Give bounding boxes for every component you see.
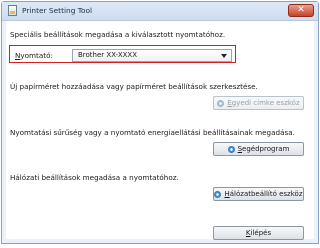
exit-text: ilépés — [250, 229, 272, 237]
device-section-text: Nyomtatási sűrűség vagy a nyomtató energ… — [10, 128, 295, 137]
exit-button[interactable]: Kilépés — [213, 226, 304, 240]
network-button-label: Hálózatbeállító eszköz — [224, 190, 302, 198]
label-tool-button[interactable]: Egyedi címke eszköz — [213, 96, 304, 110]
printer-dropdown-value: Brother XX-XXXX — [78, 51, 138, 59]
paper-size-section-text: Új papírméret hozzáadása vagy papírméret… — [10, 82, 258, 91]
exit-button-label: Kilépés — [246, 229, 271, 237]
dialog-content: Speciális beállítások megadása a kiválas… — [6, 21, 314, 240]
utility-button-label: Segédprogram — [238, 145, 290, 153]
label-tool-button-label: Egyedi címke eszköz — [227, 99, 299, 107]
network-section-text: Hálózati beállítások megadása a nyomtató… — [10, 173, 179, 182]
label-tool-text: gyedi címke eszköz — [231, 99, 300, 107]
window-title: Printer Setting Tool — [22, 6, 93, 15]
printer-label: Nyomtató: — [15, 51, 53, 60]
title-bar[interactable]: Printer Setting Tool ✕ — [2, 2, 318, 21]
settings-gear-icon — [214, 190, 222, 198]
settings-gear-icon — [217, 99, 225, 107]
printer-app-icon — [8, 5, 17, 16]
close-button[interactable]: ✕ — [288, 4, 314, 17]
intro-text: Speciális beállítások megadása a kiválas… — [10, 30, 226, 39]
utility-text: egédprogram — [242, 145, 290, 153]
settings-gear-icon — [227, 145, 235, 153]
printer-label-text: yomtató: — [20, 51, 53, 60]
utility-button[interactable]: Segédprogram — [213, 142, 304, 156]
printer-setting-tool-window: Printer Setting Tool ✕ Speciális beállít… — [1, 1, 319, 244]
printer-dropdown[interactable]: Brother XX-XXXX — [72, 49, 232, 62]
dropdown-arrow-icon — [221, 54, 227, 58]
network-settings-button[interactable]: Hálózatbeállító eszköz — [213, 187, 304, 201]
network-text: álózatbeállító eszköz — [229, 190, 303, 198]
